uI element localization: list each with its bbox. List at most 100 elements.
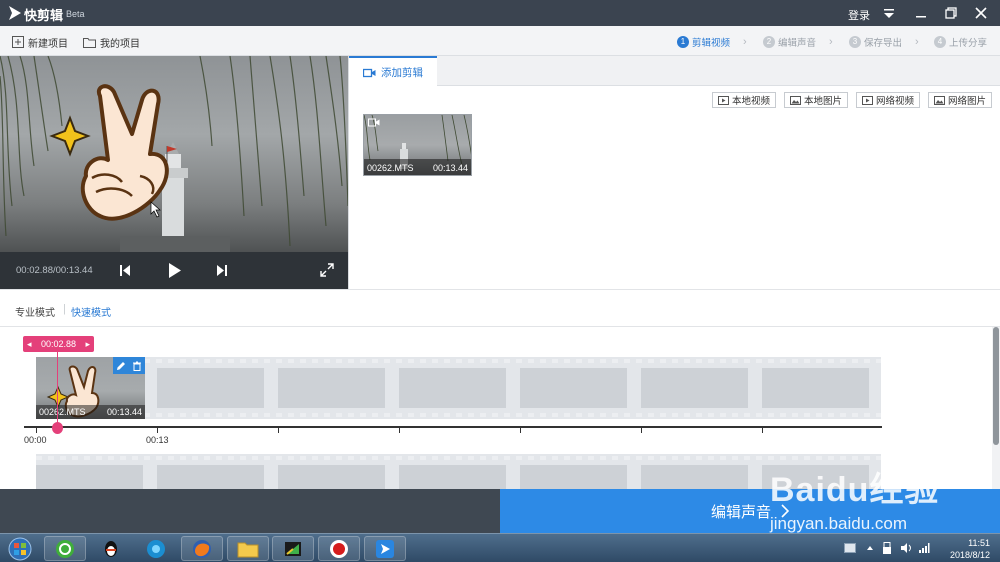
clock-time: 11:51 (968, 538, 990, 548)
clock-date: 2018/8/12 (949, 550, 990, 560)
maximize-icon[interactable] (942, 4, 960, 22)
time-ruler (24, 426, 882, 428)
online-image-label: 网络图片 (948, 96, 987, 107)
film-perforation (36, 456, 881, 460)
step-number: 2 (763, 36, 775, 48)
step-upload-share[interactable]: 4 上传分享 (934, 34, 987, 50)
volume-icon[interactable] (900, 542, 912, 554)
playback-time: 00:02.88/00:13.44 (16, 265, 93, 276)
video-track[interactable] (36, 357, 881, 419)
step-back-arrow-icon[interactable]: ◂ (27, 339, 32, 350)
taskbar-app-360[interactable] (44, 536, 86, 561)
step-save-export[interactable]: 3 保存导出 (849, 34, 902, 50)
taskbar-app-editor[interactable] (272, 536, 314, 561)
taskbar-app-kuaijianji[interactable] (364, 536, 406, 561)
video-camera-icon (363, 68, 376, 77)
windows-taskbar: 11:51 2018/8/12 (0, 533, 1000, 562)
taskbar-app-recorder[interactable] (318, 536, 360, 561)
online-image-button[interactable]: 网络图片 (928, 92, 993, 108)
empty-frame-slot (520, 368, 627, 408)
local-image-label: 本地图片 (804, 96, 843, 107)
video-preview[interactable] (0, 56, 348, 252)
ruler-tick (520, 428, 521, 433)
beta-badge: Beta (66, 9, 85, 19)
usb-device-icon[interactable] (882, 542, 892, 555)
local-video-button[interactable]: 本地视频 (712, 92, 777, 108)
taskbar-app-qq[interactable] (90, 536, 132, 561)
taskbar-app-media[interactable] (135, 536, 177, 561)
step-label: 保存导出 (864, 38, 903, 49)
my-projects-button[interactable]: 我的项目 (83, 34, 140, 50)
ruler-label: 00:00 (24, 435, 47, 445)
new-project-label: 新建项目 (28, 38, 68, 50)
new-project-button[interactable]: 新建项目 (12, 34, 68, 50)
login-link[interactable]: 登录 (848, 7, 870, 23)
folder-icon (237, 542, 259, 557)
second-track[interactable] (36, 454, 881, 489)
ruler-tick (762, 428, 763, 433)
timeline-clip[interactable]: 00262.MTS 00:13.44 (36, 357, 145, 419)
video-editor-app-icon (285, 541, 301, 556)
step-forward-arrow-icon[interactable]: ▸ (85, 339, 90, 350)
media-player-icon (147, 539, 165, 558)
player-controls: 00:02.88/00:13.44 (0, 252, 348, 289)
ruler-tick (278, 428, 279, 433)
record-icon (330, 539, 348, 558)
fullscreen-icon[interactable] (320, 263, 334, 277)
video-file-icon (718, 95, 729, 105)
empty-frame-slot (641, 465, 748, 489)
empty-frame-slot (641, 368, 748, 408)
online-video-button[interactable]: 网络视频 (856, 92, 921, 108)
keyboard-icon[interactable] (844, 543, 856, 553)
minimize-icon[interactable] (912, 4, 930, 22)
step-label: 上传分享 (949, 38, 988, 49)
step-edit-audio[interactable]: 2 编辑声音 (763, 34, 816, 50)
empty-frame-slot (157, 368, 264, 408)
empty-frame-slot (278, 465, 385, 489)
step-edit-video[interactable]: 1 剪辑视频 (677, 34, 730, 50)
next-frame-icon[interactable] (216, 264, 228, 277)
ruler-tick (36, 428, 37, 433)
tab-add-clip[interactable]: 添加剪辑 (349, 56, 437, 87)
clip-duration: 00:13.44 (432, 163, 468, 173)
edit-pencil-icon[interactable] (116, 361, 126, 371)
kuaijianji-app-icon (376, 539, 394, 558)
ruler-tick (399, 428, 400, 433)
network-signal-icon[interactable] (918, 542, 930, 554)
taskbar-app-explorer[interactable] (227, 536, 269, 561)
step-label: 编辑声音 (778, 38, 817, 49)
media-panel: 添加剪辑 本地视频 本地图片 网络视频 网络图片 00262.MTS 00:13… (348, 56, 1000, 289)
app-logo-icon (9, 6, 21, 20)
online-video-icon (862, 95, 873, 105)
playhead-handle[interactable] (52, 422, 63, 434)
watermark-url: jingyan.baidu.com (770, 514, 908, 533)
previous-frame-icon[interactable] (119, 264, 131, 277)
step-number: 1 (677, 36, 689, 48)
timeline-clip-filename: 00262.MTS (39, 407, 86, 417)
scrollbar-thumb[interactable] (993, 327, 999, 445)
pro-mode-tab[interactable]: 专业模式 (15, 304, 55, 319)
timeline-clip-duration: 00:13.44 (106, 407, 142, 417)
menu-dropdown-icon[interactable] (880, 4, 898, 22)
start-button[interactable] (2, 536, 38, 561)
close-icon[interactable] (972, 4, 990, 22)
quick-mode-tab[interactable]: 快速模式 (71, 304, 111, 319)
media-tab-bar: 添加剪辑 (349, 56, 1000, 87)
trash-icon[interactable] (132, 361, 142, 371)
chevron-right-icon: › (915, 36, 919, 48)
tray-expand-icon[interactable] (866, 544, 874, 552)
online-image-icon (934, 95, 945, 105)
system-clock[interactable]: 11:51 2018/8/12 (940, 537, 990, 561)
empty-frame-slot (399, 368, 506, 408)
local-image-button[interactable]: 本地图片 (784, 92, 849, 108)
playhead-time-badge[interactable]: ◂ 00:02.88 ▸ (23, 336, 94, 352)
empty-frame-slot (520, 465, 627, 489)
empty-frame-slot (157, 465, 264, 489)
media-clip-thumbnail[interactable]: 00262.MTS 00:13.44 (363, 114, 472, 176)
playhead-line (57, 352, 58, 429)
taskbar-app-firefox[interactable] (181, 536, 223, 561)
empty-frame-slot (762, 368, 869, 408)
play-icon[interactable] (168, 262, 182, 279)
my-projects-label: 我的项目 (100, 38, 140, 50)
step-label: 剪辑视频 (692, 38, 731, 49)
